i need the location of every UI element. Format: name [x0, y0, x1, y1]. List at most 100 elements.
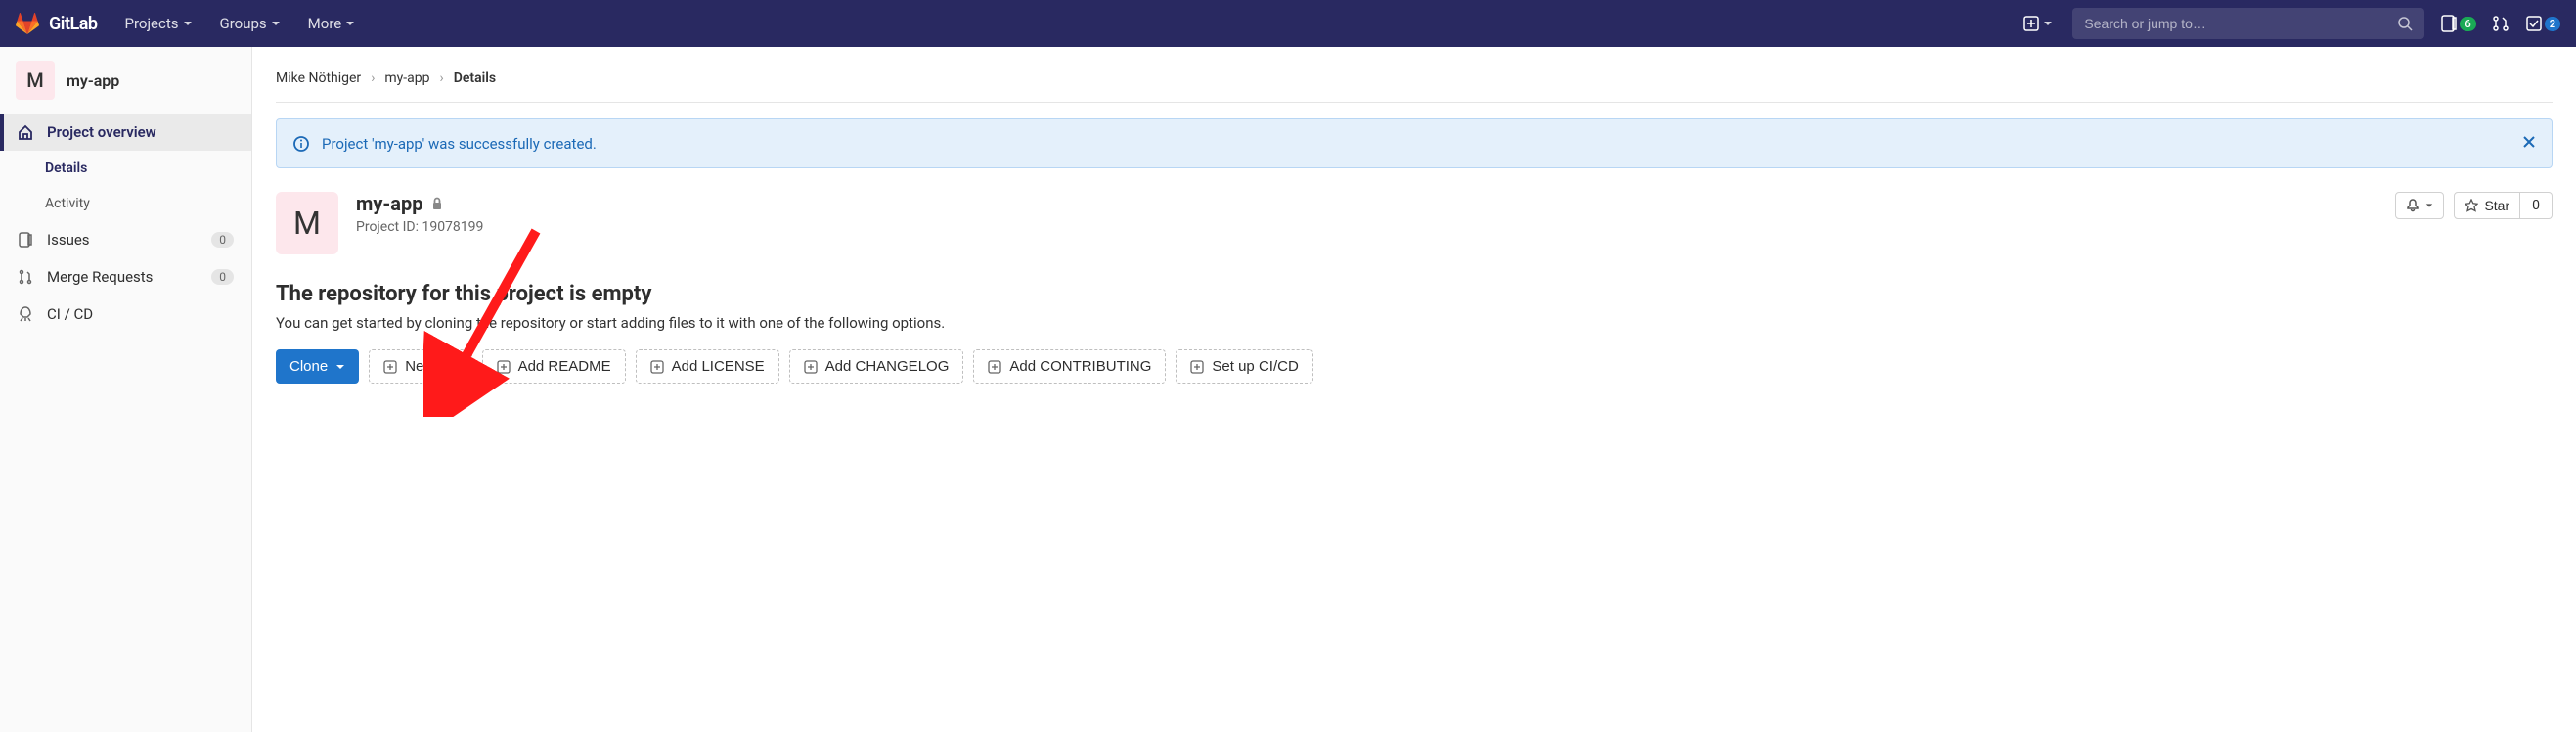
- breadcrumb-project[interactable]: my-app: [384, 70, 429, 86]
- clone-label: Clone: [289, 358, 328, 375]
- action-row: Clone New file Add README Add LICENSE Ad…: [276, 349, 2553, 384]
- plus-square-icon: [988, 360, 1001, 374]
- merge-request-icon: [2492, 15, 2509, 32]
- sidebar-project-header[interactable]: M my-app: [0, 47, 251, 114]
- new-menu-button[interactable]: [2020, 12, 2057, 35]
- issues-link[interactable]: 6: [2440, 15, 2475, 32]
- alert-close-button[interactable]: [2522, 133, 2536, 154]
- rocket-icon: [18, 306, 33, 322]
- nav-projects-label: Projects: [125, 15, 179, 32]
- sidebar-subitem-activity[interactable]: Activity: [0, 186, 251, 221]
- sidebar-details-label: Details: [45, 160, 87, 176]
- nav-groups[interactable]: Groups: [208, 7, 292, 40]
- sidebar-item-cicd[interactable]: CI / CD: [0, 296, 251, 333]
- project-header: M my-app Project ID: 19078199: [276, 192, 2553, 254]
- breadcrumb-separator: ›: [440, 70, 444, 86]
- plus-square-icon: [650, 360, 664, 374]
- add-readme-button[interactable]: Add README: [482, 349, 626, 384]
- add-license-button[interactable]: Add LICENSE: [636, 349, 779, 384]
- main-content: Mike Nöthiger › my-app › Details Project…: [252, 47, 2576, 732]
- add-changelog-button[interactable]: Add CHANGELOG: [789, 349, 964, 384]
- info-icon: [292, 135, 310, 153]
- project-actions: Star 0: [2395, 192, 2553, 219]
- top-header: GitLab Projects Groups More 6: [0, 0, 2576, 47]
- sidebar-project-name: my-app: [67, 71, 119, 90]
- chevron-down-icon: [183, 19, 193, 28]
- home-icon: [18, 124, 33, 140]
- search-input[interactable]: [2084, 16, 2397, 31]
- sidebar-activity-label: Activity: [45, 196, 90, 211]
- issues-icon: [2440, 15, 2458, 32]
- merge-requests-link[interactable]: [2492, 15, 2509, 32]
- sidebar-issues-label: Issues: [47, 231, 90, 249]
- sidebar-mr-label: Merge Requests: [47, 268, 153, 286]
- project-title-block: my-app Project ID: 19078199: [356, 192, 483, 235]
- breadcrumbs: Mike Nöthiger › my-app › Details: [276, 63, 2553, 103]
- search-box[interactable]: [2072, 8, 2424, 39]
- chevron-down-icon: [2425, 202, 2433, 209]
- star-button[interactable]: Star: [2454, 192, 2520, 219]
- todo-icon: [2525, 15, 2543, 32]
- search-icon: [2397, 16, 2413, 31]
- project-avatar-small: M: [16, 61, 55, 100]
- add-readme-label: Add README: [518, 358, 611, 375]
- sidebar-item-overview[interactable]: Project overview: [0, 114, 251, 151]
- alert-message: Project 'my-app' was successfully create…: [322, 135, 597, 153]
- star-icon: [2465, 199, 2478, 212]
- plus-square-icon: [383, 360, 397, 374]
- success-alert: Project 'my-app' was successfully create…: [276, 118, 2553, 168]
- sidebar: M my-app Project overview Details Activi…: [0, 47, 252, 732]
- chevron-down-icon: [345, 19, 355, 28]
- plus-square-icon: [497, 360, 511, 374]
- plus-square-icon: [2023, 16, 2039, 31]
- breadcrumb-owner[interactable]: Mike Nöthiger: [276, 70, 361, 86]
- empty-repo-heading: The repository for this project is empty: [276, 282, 2553, 306]
- add-license-label: Add LICENSE: [672, 358, 765, 375]
- todos-link[interactable]: 2: [2525, 15, 2560, 32]
- lock-icon: [430, 197, 444, 210]
- nav-items: Projects Groups More: [113, 7, 368, 40]
- sidebar-item-merge-requests[interactable]: Merge Requests 0: [0, 258, 251, 296]
- todo-badge: 2: [2545, 17, 2560, 31]
- issues-count-badge: 0: [211, 232, 234, 248]
- new-file-button[interactable]: New file: [369, 349, 471, 384]
- mr-count-badge: 0: [211, 269, 234, 285]
- star-button-group: Star 0: [2454, 192, 2553, 219]
- sidebar-overview-label: Project overview: [47, 123, 156, 141]
- sidebar-item-issues[interactable]: Issues 0: [0, 221, 251, 258]
- brand-text: GitLab: [49, 14, 98, 34]
- chevron-down-icon: [335, 362, 345, 372]
- add-contributing-button[interactable]: Add CONTRIBUTING: [973, 349, 1166, 384]
- breadcrumb-separator: ›: [371, 70, 375, 86]
- bell-icon: [2406, 199, 2420, 212]
- sidebar-cicd-label: CI / CD: [47, 305, 93, 323]
- plus-square-icon: [804, 360, 818, 374]
- plus-square-icon: [1190, 360, 1204, 374]
- empty-repo-desc: You can get started by cloning the repos…: [276, 314, 2553, 332]
- gitlab-logo-icon: [16, 12, 39, 35]
- add-changelog-label: Add CHANGELOG: [825, 358, 950, 375]
- nav-projects[interactable]: Projects: [113, 7, 204, 40]
- breadcrumb-page: Details: [454, 70, 496, 86]
- issues-badge: 6: [2460, 17, 2475, 31]
- chevron-down-icon: [2043, 19, 2053, 28]
- issues-icon: [18, 232, 33, 248]
- close-icon: [2522, 135, 2536, 149]
- sidebar-subitem-details[interactable]: Details: [0, 151, 251, 186]
- merge-request-icon: [18, 269, 33, 285]
- add-contributing-label: Add CONTRIBUTING: [1009, 358, 1151, 375]
- logo-area[interactable]: GitLab: [16, 12, 98, 35]
- project-avatar-large: M: [276, 192, 338, 254]
- project-id: Project ID: 19078199: [356, 219, 483, 235]
- header-right: 6 2: [2020, 8, 2560, 39]
- clone-button[interactable]: Clone: [276, 349, 359, 384]
- star-label: Star: [2484, 198, 2509, 213]
- nav-more[interactable]: More: [296, 7, 368, 40]
- setup-cicd-button[interactable]: Set up CI/CD: [1176, 349, 1312, 384]
- setup-cicd-label: Set up CI/CD: [1212, 358, 1298, 375]
- nav-groups-label: Groups: [220, 15, 267, 32]
- nav-more-label: More: [308, 15, 342, 32]
- project-title: my-app: [356, 192, 422, 215]
- chevron-down-icon: [271, 19, 281, 28]
- notifications-button[interactable]: [2395, 192, 2444, 219]
